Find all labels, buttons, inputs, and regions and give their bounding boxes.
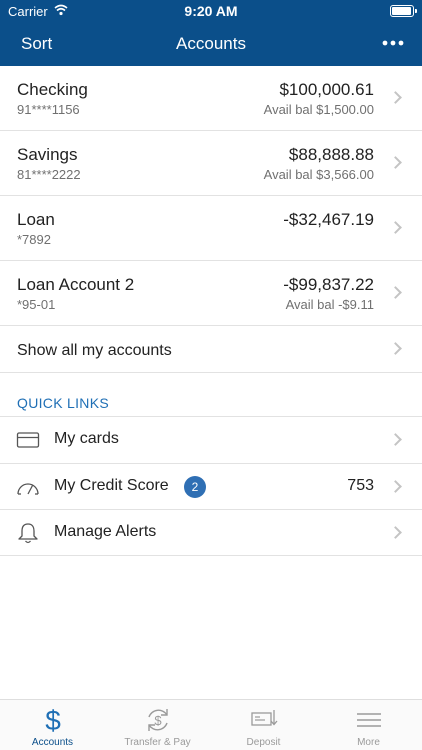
chevron-right-icon xyxy=(389,286,402,299)
show-all-accounts-label: Show all my accounts xyxy=(17,342,172,359)
chevron-right-icon xyxy=(389,156,402,169)
chevron-right-icon xyxy=(389,91,402,104)
account-row-loan[interactable]: Loan *7892 -$32,467.19 xyxy=(0,196,422,261)
quick-link-my-cards[interactable]: My cards xyxy=(0,417,422,464)
more-options-icon[interactable] xyxy=(380,30,406,56)
tab-label: More xyxy=(357,737,380,748)
tab-more[interactable]: More xyxy=(316,700,421,750)
tab-deposit[interactable]: Deposit xyxy=(211,700,316,750)
page-title: Accounts xyxy=(176,34,246,53)
chevron-right-icon xyxy=(389,221,402,234)
transfer-icon: $ xyxy=(147,709,168,731)
credit-score-value: 753 xyxy=(347,477,374,494)
show-all-accounts-row[interactable]: Show all my accounts xyxy=(0,326,422,373)
account-name: Loan Account 2 xyxy=(17,275,135,294)
account-balance: -$32,467.19 xyxy=(283,210,374,229)
account-name: Savings xyxy=(17,145,78,164)
chevron-right-icon xyxy=(389,480,402,493)
tab-label: Accounts xyxy=(31,737,74,748)
check-deposit-icon xyxy=(250,710,277,726)
gauge-icon xyxy=(17,483,39,495)
available-balance: Avail bal -$9.11 xyxy=(285,297,374,312)
tab-transfer-pay[interactable]: $ Transfer & Pay xyxy=(105,700,210,750)
battery-icon xyxy=(390,5,417,17)
svg-text:$: $ xyxy=(154,713,162,728)
account-number: 81****2222 xyxy=(17,167,81,182)
account-number: *95-01 xyxy=(17,297,56,312)
chevron-right-icon xyxy=(389,342,402,355)
account-number: 91****1156 xyxy=(17,102,80,117)
account-row-checking[interactable]: Checking 91****1156 $100,000.61 Avail ba… xyxy=(0,66,422,131)
quick-links-header: QUICK LINKS xyxy=(17,395,109,411)
quick-link-manage-alerts[interactable]: Manage Alerts xyxy=(0,510,422,556)
account-number: *7892 xyxy=(17,232,51,247)
available-balance: Avail bal $3,566.00 xyxy=(263,167,374,182)
quick-link-label: My Credit Score xyxy=(54,477,169,494)
quick-link-label: My cards xyxy=(54,430,119,447)
account-balance: $100,000.61 xyxy=(279,80,374,99)
dollar-icon: $ xyxy=(45,705,61,735)
account-name: Checking xyxy=(17,80,88,99)
status-bar: Carrier 9:20 AM xyxy=(0,0,422,22)
chevron-right-icon xyxy=(389,433,402,446)
quick-link-label: Manage Alerts xyxy=(54,523,157,540)
nav-bar: Sort Accounts xyxy=(0,22,422,66)
tab-accounts[interactable]: $ Accounts xyxy=(0,700,105,750)
svg-text:$: $ xyxy=(45,705,61,735)
account-row-savings[interactable]: Savings 81****2222 $88,888.88 Avail bal … xyxy=(0,131,422,196)
tab-label: Deposit xyxy=(246,737,281,748)
tab-label: Transfer & Pay xyxy=(124,737,191,748)
available-balance: Avail bal $1,500.00 xyxy=(263,102,374,117)
account-balance: -$99,837.22 xyxy=(283,275,374,294)
tab-bar: $ Accounts $ Transfer & Pay Deposit More xyxy=(0,699,422,750)
account-row-loan-account-2[interactable]: Loan Account 2 *95-01 -$99,837.22 Avail … xyxy=(0,261,422,326)
notification-badge: 2 xyxy=(184,476,206,498)
account-name: Loan xyxy=(17,210,55,229)
card-icon xyxy=(16,432,40,448)
menu-icon xyxy=(356,713,381,727)
chevron-right-icon xyxy=(389,526,402,539)
clock: 9:20 AM xyxy=(184,3,238,19)
account-balance: $88,888.88 xyxy=(288,145,374,164)
quick-link-credit-score[interactable]: My Credit Score 2 753 xyxy=(0,464,422,510)
bell-icon xyxy=(18,523,38,544)
